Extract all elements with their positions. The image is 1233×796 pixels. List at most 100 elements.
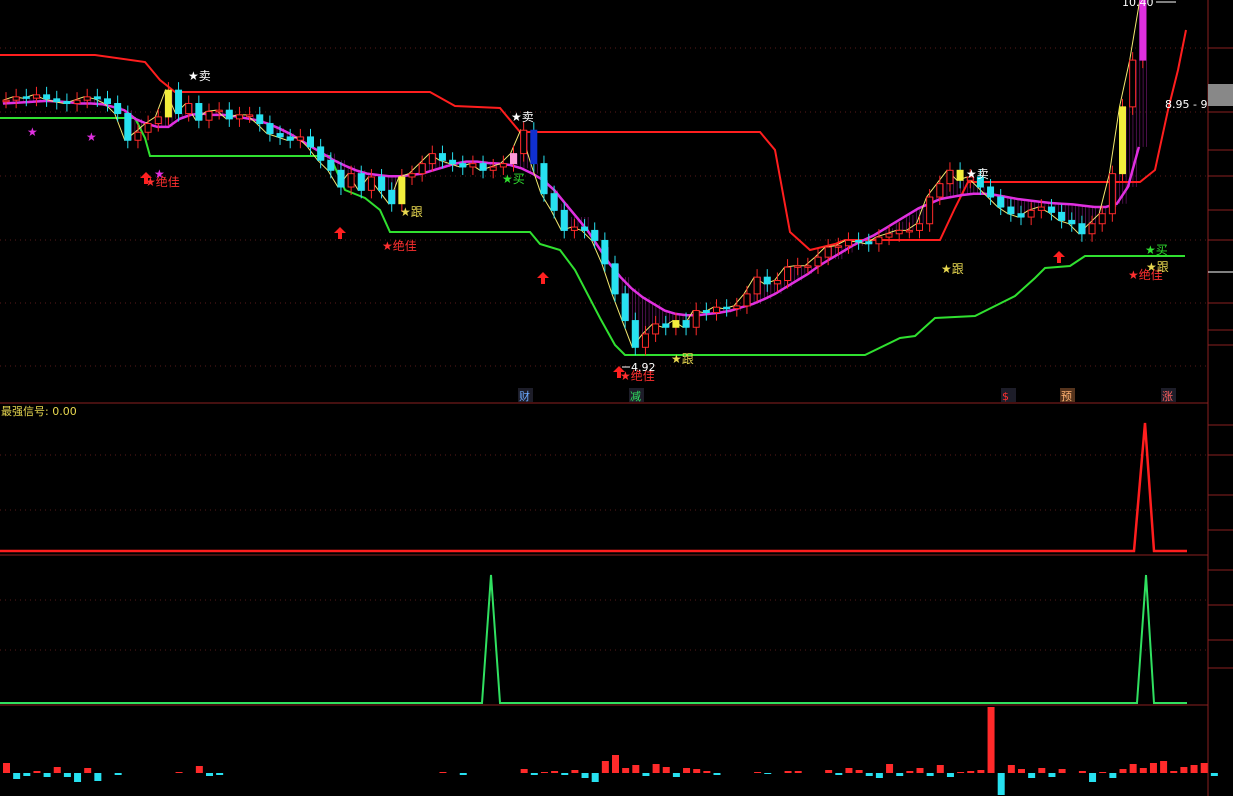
event-marker[interactable]: 涨	[1162, 390, 1173, 403]
candle	[256, 106, 264, 132]
candle	[418, 155, 426, 182]
event-marker[interactable]: 预	[1061, 390, 1072, 403]
candle-body	[438, 153, 446, 161]
histogram-bar	[875, 773, 883, 778]
candle	[63, 93, 71, 112]
candle-body	[916, 223, 923, 231]
candle-body	[175, 89, 183, 115]
histogram-bar	[114, 773, 122, 775]
candle-body	[418, 163, 426, 175]
candle	[1139, 0, 1147, 69]
candle-body	[702, 310, 710, 314]
histogram-bar	[946, 773, 954, 777]
candle-body	[956, 169, 964, 181]
candle	[337, 162, 345, 196]
candle-body	[713, 306, 720, 314]
histogram-bar	[1007, 765, 1015, 773]
histogram-bar	[33, 771, 41, 773]
histogram-bar	[551, 771, 559, 773]
candle-body	[499, 163, 507, 168]
candle-body	[601, 239, 609, 265]
candle	[662, 315, 670, 336]
candle-body	[22, 96, 30, 99]
candle-body	[276, 133, 284, 138]
candle-body	[469, 163, 477, 168]
histogram-bar	[581, 773, 589, 778]
candle-body	[987, 186, 995, 198]
candle-body	[1047, 206, 1055, 213]
range-price-label: 8.95 - 9	[1165, 98, 1207, 111]
histogram-bar	[906, 771, 914, 773]
candle-body	[804, 265, 812, 268]
histogram-bar	[94, 773, 102, 781]
histogram-bar	[206, 773, 213, 776]
candle-body	[296, 136, 304, 141]
candle-body	[1068, 219, 1076, 225]
candle-body	[1078, 223, 1086, 235]
candle-body	[256, 114, 264, 125]
histogram-bar	[865, 773, 873, 776]
candle	[428, 145, 436, 172]
candle-body	[195, 103, 203, 121]
histogram-bar	[13, 773, 21, 779]
candle-body	[225, 109, 233, 120]
histogram-bar	[1210, 773, 1218, 776]
candle-body	[337, 169, 345, 188]
candle-body	[895, 229, 903, 235]
candle	[205, 103, 213, 129]
candle-body	[855, 239, 863, 243]
candle	[814, 249, 822, 274]
histogram-bar	[530, 773, 538, 775]
histogram-bar	[672, 773, 680, 777]
follow-signal-1: ★跟	[400, 205, 423, 219]
candle-body	[662, 323, 670, 328]
candle-body	[520, 129, 528, 155]
candle-body	[814, 256, 822, 267]
candle-body	[215, 109, 223, 113]
up-arrow	[537, 272, 549, 284]
candle-body	[510, 153, 517, 165]
histogram-bar	[175, 772, 183, 773]
event-marker[interactable]: $	[1002, 390, 1009, 403]
candle-body	[317, 146, 325, 161]
candle	[713, 299, 720, 321]
histogram-bar	[662, 767, 670, 773]
histogram-bar	[1099, 772, 1107, 773]
candle-body	[641, 333, 649, 348]
histogram-bar	[855, 770, 863, 773]
candle-body	[408, 173, 416, 178]
candle-body	[824, 246, 832, 258]
event-marker[interactable]: 减	[630, 390, 641, 403]
candle-body	[773, 280, 781, 285]
candle-body	[997, 196, 1005, 208]
candle-body	[926, 196, 934, 225]
sell-signal-1: ★卖	[188, 69, 211, 83]
candle-body	[93, 96, 101, 100]
histogram-bar	[439, 772, 447, 773]
histogram-bar	[84, 768, 92, 773]
up-arrow	[334, 227, 346, 239]
candle	[946, 162, 954, 192]
candle-body	[1088, 223, 1096, 235]
histogram-bar	[540, 772, 548, 773]
candle-body	[327, 159, 335, 171]
histogram-bar	[216, 773, 224, 775]
histogram-bar	[713, 773, 721, 775]
candle	[530, 122, 538, 172]
candle-body	[753, 276, 761, 295]
candle-body	[1027, 209, 1035, 218]
candle-body	[235, 114, 243, 120]
event-marker[interactable]: 财	[519, 389, 530, 403]
candle	[83, 88, 91, 109]
candle-body	[875, 236, 883, 245]
candle-body	[611, 263, 619, 295]
candle-body	[246, 114, 254, 117]
histogram-bar	[987, 707, 995, 773]
histogram-bar	[195, 766, 203, 773]
candle-body	[428, 153, 436, 165]
candle-body	[164, 89, 172, 118]
upper-band-line	[0, 29, 1187, 252]
histogram-bar	[1170, 771, 1178, 773]
candle-body	[286, 136, 294, 141]
histogram-bar	[764, 773, 772, 774]
